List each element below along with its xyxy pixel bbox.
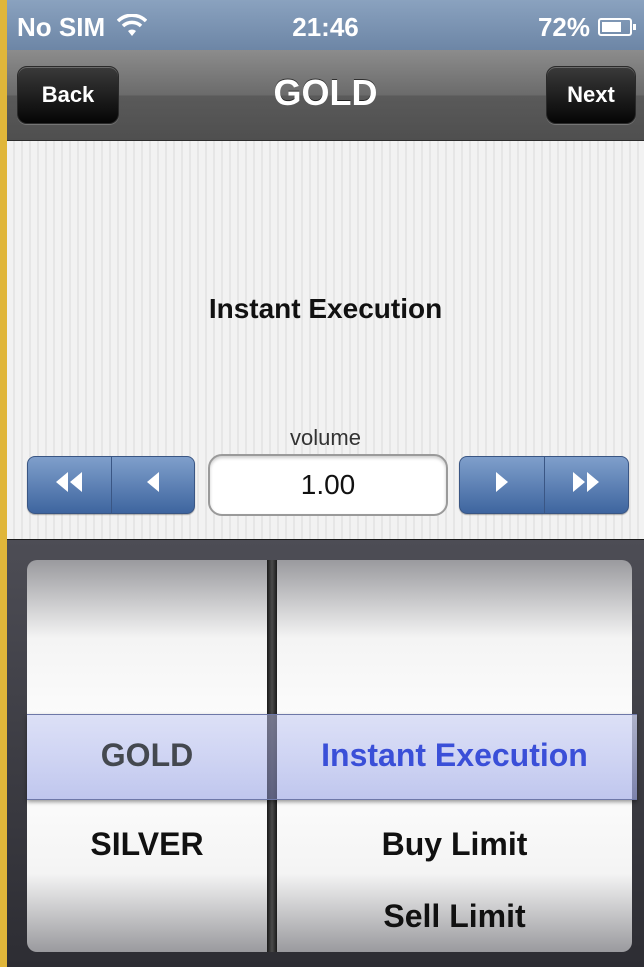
- volume-input[interactable]: 1.00: [208, 454, 448, 516]
- volume-increase-button[interactable]: [460, 457, 544, 513]
- next-button[interactable]: Next: [546, 66, 636, 124]
- picker-view: SILVER Buy Limit Sell Limit GOLD Instant…: [7, 540, 644, 967]
- navigation-bar: Back GOLD Next: [7, 50, 644, 141]
- volume-decrease-large-button[interactable]: [28, 457, 111, 513]
- battery-percent: 72%: [537, 12, 590, 42]
- volume-label: volume: [290, 425, 361, 450]
- selected-order-type[interactable]: Instant Execution: [277, 737, 632, 774]
- symbol-option[interactable]: SILVER: [27, 826, 267, 863]
- volume-decrease-button[interactable]: [110, 457, 195, 513]
- status-bar: No SIM 21:46 72%: [7, 0, 644, 50]
- right-arrow-icon: [494, 471, 510, 499]
- picker-selection-indicator: GOLD Instant Execution: [27, 714, 637, 800]
- order-type-option[interactable]: Buy Limit: [277, 826, 632, 863]
- left-arrow-icon: [145, 471, 161, 499]
- battery-icon: [598, 18, 636, 36]
- order-type-label: Instant Execution: [208, 293, 443, 324]
- volume-decrease-stepper: [27, 456, 195, 514]
- selected-symbol[interactable]: GOLD: [27, 737, 267, 774]
- selection-divider: [267, 715, 277, 799]
- volume-increase-stepper: [459, 456, 629, 514]
- volume-increase-large-button[interactable]: [543, 457, 629, 513]
- double-right-arrow-icon: [571, 471, 601, 499]
- battery-fill: [602, 22, 621, 32]
- phone-screen: No SIM 21:46 72% Back GOLD Next Instant …: [7, 0, 644, 967]
- double-left-arrow-icon: [54, 471, 84, 499]
- order-panel: Instant Execution volume 1.00: [7, 141, 644, 539]
- order-type-option[interactable]: Sell Limit: [277, 898, 632, 935]
